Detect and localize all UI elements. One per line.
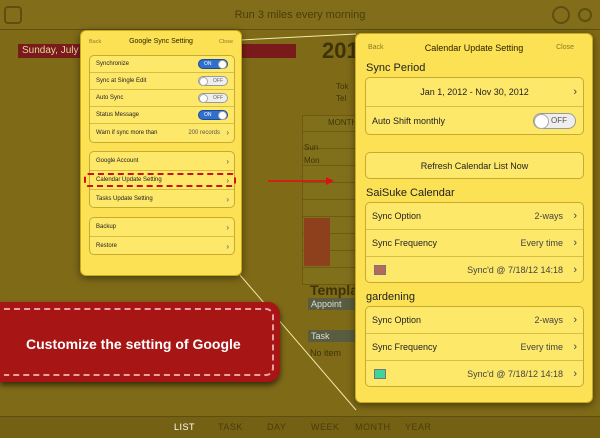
chevron-right-icon: › xyxy=(573,264,577,276)
chevron-right-icon: › xyxy=(226,195,229,204)
toggle-state: ON xyxy=(204,112,212,118)
chevron-right-icon: › xyxy=(226,223,229,232)
synchronize-toggle[interactable]: ON xyxy=(198,59,228,69)
sync-option-row[interactable]: Sync Option 2-ways › xyxy=(366,203,583,230)
backup-group: Backup › Restore › xyxy=(89,217,235,255)
auto-sync-row[interactable]: Auto Sync OFF xyxy=(90,90,234,107)
toggle-knob xyxy=(199,77,208,86)
arrow-head-icon xyxy=(326,177,334,185)
calendar-name: SaiSuke Calendar xyxy=(366,187,455,199)
sync-period-heading: Sync Period xyxy=(366,62,426,74)
backup-row[interactable]: Backup › xyxy=(90,218,234,237)
chevron-right-icon: › xyxy=(573,210,577,222)
google-account-row[interactable]: Google Account › xyxy=(90,152,234,171)
single-edit-row[interactable]: Sync at Single Edit OFF xyxy=(90,73,234,90)
row-label: Google Account xyxy=(96,158,139,164)
chevron-right-icon: › xyxy=(573,314,577,326)
tasks-update-row[interactable]: Tasks Update Setting › xyxy=(90,190,234,207)
close-button[interactable]: Close xyxy=(219,31,233,53)
toggle-knob xyxy=(218,60,227,69)
chevron-right-icon: › xyxy=(573,86,577,98)
back-button[interactable]: Back xyxy=(368,34,384,62)
row-label: Restore xyxy=(96,243,118,249)
calendar-group: Sync Option 2-ways › Sync Frequency Ever… xyxy=(365,306,584,387)
chevron-right-icon: › xyxy=(226,242,229,251)
calendar-name: gardening xyxy=(366,291,415,303)
toggle-state: OFF xyxy=(213,95,223,101)
calendar-color-swatch xyxy=(374,369,386,379)
row-label: Synchronize xyxy=(96,61,130,67)
calendar-update-highlight xyxy=(84,173,236,187)
chevron-right-icon: › xyxy=(573,368,577,380)
row-label: Status Message xyxy=(96,112,140,118)
sync-period-value: Jan 1, 2012 - Nov 30, 2012 xyxy=(420,87,529,97)
auto-shift-toggle[interactable]: OFF xyxy=(533,113,576,129)
warn-threshold-row[interactable]: Warn if sync more than 200 records › xyxy=(90,124,234,142)
toggle-knob xyxy=(534,114,549,129)
row-label: Sync at Single Edit xyxy=(96,78,147,84)
row-value: Every time xyxy=(520,238,563,248)
toggle-knob xyxy=(199,94,208,103)
toggle-state: ON xyxy=(204,61,212,67)
sync-status-row[interactable]: Sync'd @ 7/18/12 14:18 › xyxy=(366,257,583,282)
sync-option-row[interactable]: Sync Option 2-ways › xyxy=(366,307,583,334)
popover-title: Calendar Update Setting xyxy=(424,43,524,53)
chevron-right-icon: › xyxy=(573,341,577,353)
status-message-toggle[interactable]: ON xyxy=(198,110,228,120)
callout-banner: Customize the setting of Google xyxy=(0,302,280,382)
sync-frequency-row[interactable]: Sync Frequency Every time › xyxy=(366,334,583,361)
row-value: 200 records xyxy=(188,130,220,136)
row-label: Sync Option xyxy=(372,315,422,325)
refresh-button-group: Refresh Calendar List Now xyxy=(365,152,584,179)
sync-options-group: Synchronize ON Sync at Single Edit OFF A… xyxy=(89,55,235,143)
popover-header: Back Google Sync Setting Close xyxy=(81,31,241,53)
calendar-color-swatch xyxy=(374,265,386,275)
row-label: Sync Frequency xyxy=(372,238,438,248)
synchronize-row[interactable]: Synchronize ON xyxy=(90,56,234,73)
row-label: Backup xyxy=(96,224,117,230)
row-label: Sync Frequency xyxy=(372,342,438,352)
app-screen: Run 3 miles every morning Sunday, July 1… xyxy=(0,0,600,438)
refresh-calendar-button[interactable]: Refresh Calendar List Now xyxy=(366,153,583,178)
single-edit-toggle[interactable]: OFF xyxy=(198,76,228,86)
popover-header: Back Calendar Update Setting Close xyxy=(356,34,592,62)
google-sync-popover: Back Google Sync Setting Close Synchroni… xyxy=(80,30,242,276)
sync-status-row[interactable]: Sync'd @ 7/18/12 14:18 › xyxy=(366,361,583,386)
close-button[interactable]: Close xyxy=(556,34,574,62)
chevron-right-icon: › xyxy=(226,157,229,166)
row-label: Auto Shift monthly xyxy=(372,116,446,126)
restore-row[interactable]: Restore › xyxy=(90,237,234,254)
toggle-state: OFF xyxy=(213,78,223,84)
auto-shift-row[interactable]: Auto Shift monthly OFF xyxy=(366,107,583,134)
row-value: 2-ways xyxy=(534,211,563,221)
auto-sync-toggle[interactable]: OFF xyxy=(198,93,228,103)
row-value: Every time xyxy=(520,342,563,352)
sync-frequency-row[interactable]: Sync Frequency Every time › xyxy=(366,230,583,257)
sync-status: Sync'd @ 7/18/12 14:18 xyxy=(467,369,563,379)
status-message-row[interactable]: Status Message ON xyxy=(90,107,234,124)
sync-period-group: Jan 1, 2012 - Nov 30, 2012 › Auto Shift … xyxy=(365,77,584,135)
row-label: Tasks Update Setting xyxy=(96,196,153,202)
chevron-right-icon: › xyxy=(573,237,577,249)
calendar-update-popover: Back Calendar Update Setting Close Sync … xyxy=(355,33,593,403)
sync-period-row[interactable]: Jan 1, 2012 - Nov 30, 2012 › xyxy=(366,78,583,107)
row-label: Warn if sync more than xyxy=(96,130,158,136)
back-button[interactable]: Back xyxy=(89,31,101,53)
row-value: 2-ways xyxy=(534,315,563,325)
row-label: Auto Sync xyxy=(96,95,124,101)
chevron-right-icon: › xyxy=(226,128,229,137)
toggle-knob xyxy=(218,111,227,120)
popover-title: Google Sync Setting xyxy=(129,38,193,45)
banner-text: Customize the setting of Google xyxy=(26,336,241,352)
sync-status: Sync'd @ 7/18/12 14:18 xyxy=(467,265,563,275)
calendar-group: Sync Option 2-ways › Sync Frequency Ever… xyxy=(365,202,584,283)
toggle-state: OFF xyxy=(551,116,567,125)
row-label: Sync Option xyxy=(372,211,422,221)
